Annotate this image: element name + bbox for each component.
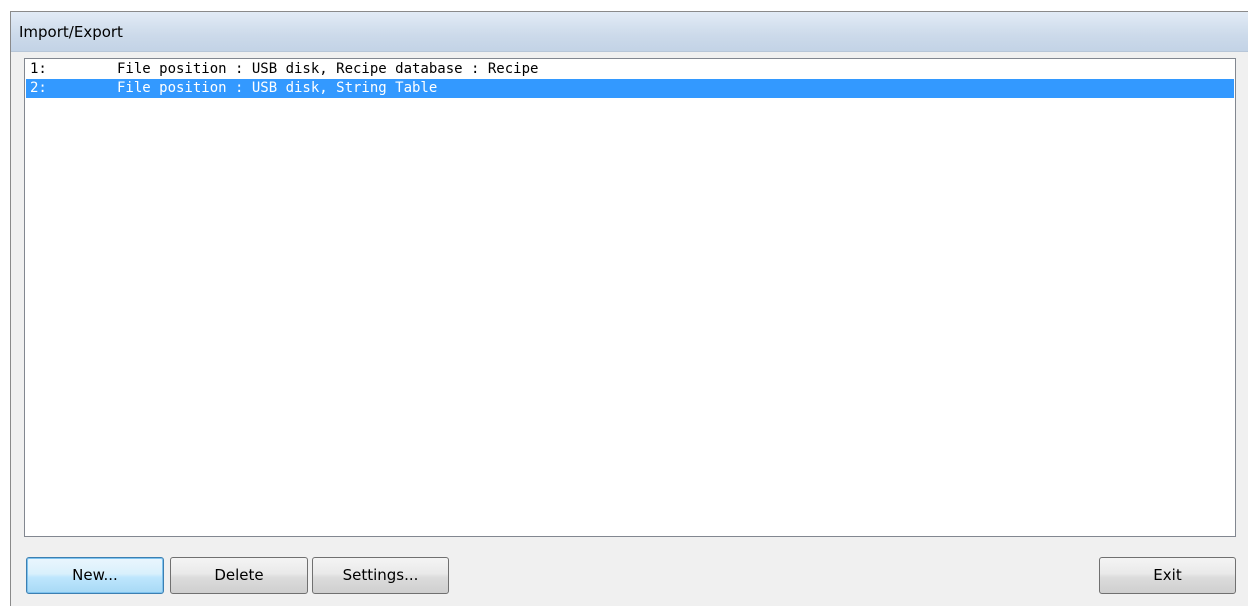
exit-button[interactable]: Exit <box>1099 557 1236 594</box>
list-item-index: 2: <box>30 80 47 96</box>
list-item-description: File position : USB disk, Recipe databas… <box>117 61 539 77</box>
list-item-selected[interactable]: 2: File position : USB disk, String Tabl… <box>26 79 1234 98</box>
list-item[interactable]: 1: File position : USB disk, Recipe data… <box>26 60 1234 79</box>
list-item-index: 1: <box>30 61 47 77</box>
new-button[interactable]: New... <box>26 557 164 594</box>
title-bar[interactable]: Import/Export <box>11 12 1248 52</box>
list-item-description: File position : USB disk, String Table <box>117 80 438 96</box>
import-export-dialog: Import/Export 1: File position : USB dis… <box>10 11 1248 606</box>
window-title: Import/Export <box>19 23 123 41</box>
settings-button[interactable]: Settings... <box>312 557 449 594</box>
import-export-list[interactable]: 1: File position : USB disk, Recipe data… <box>24 58 1236 537</box>
delete-button[interactable]: Delete <box>170 557 308 594</box>
